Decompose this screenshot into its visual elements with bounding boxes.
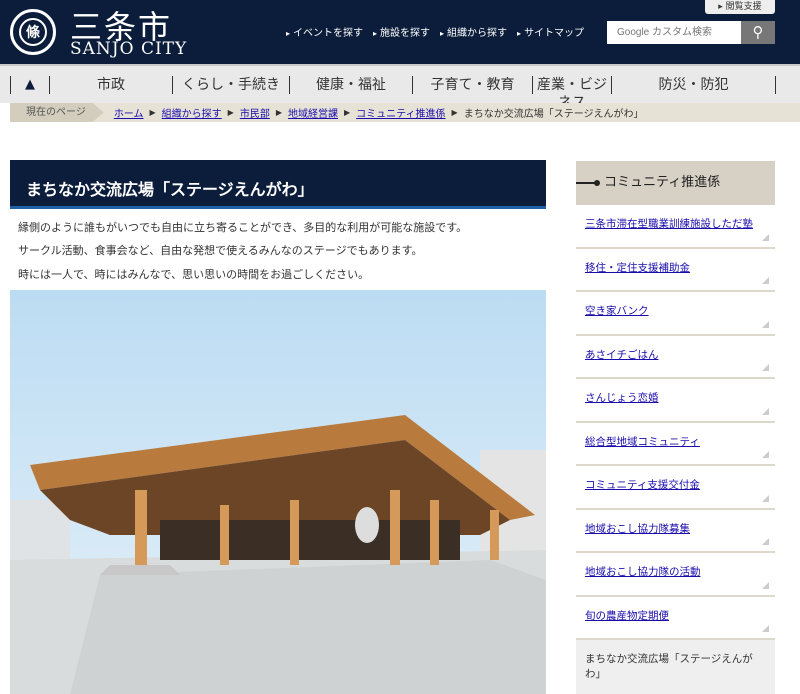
sidebar-item[interactable]: さんじょう恋婚 [576,379,775,423]
sidebar-item[interactable]: 地域おこし協力隊募集 [576,509,775,553]
description-paragraph: 時には一人で、時にはみんなで、思い思いの時間をお過ごしください。 [18,268,370,281]
sitemap-link[interactable]: サイトマップ [517,24,584,39]
event-link[interactable]: イベントを探す [286,24,363,39]
accessibility-button[interactable]: ▸ 閲覧支援 [705,0,775,14]
sidebar-item[interactable]: 移住・定住支援補助金 [576,248,775,292]
home-button[interactable]: ▲ [10,75,50,94]
sidebar-item[interactable]: 地域おこし協力隊の活動 [576,553,775,597]
breadcrumb-label: 現在のページ [10,103,104,122]
corner-arrow-icon [762,233,769,241]
facility-photo [10,290,546,694]
corner-arrow-icon [762,625,769,632]
sidebar-link[interactable]: 三条市滞在型職業訓練施設しただ塾 [585,218,753,230]
breadcrumb-citizen[interactable]: 市民部 [240,105,270,120]
sidebar-title: コミュニティ推進係 [576,161,775,205]
corner-arrow-icon [762,320,769,328]
sidebar-item[interactable]: 三条市滞在型職業訓練施設しただ塾 [576,205,775,249]
organization-link[interactable]: 組織から探す [440,24,507,39]
breadcrumb: 現在のページ ホーム ▶ 組織から探す ▶ 市民部 ▶ 地域経営課 ▶ コミュニティ推進… [10,103,800,122]
sidebar-link[interactable]: 移住・定住支援補助金 [585,262,690,274]
sidebar-item[interactable]: あさイチごはん [576,335,775,379]
sidebar-item[interactable]: 空き家バンク [576,292,775,336]
sidebar-link[interactable]: 総合型地域コミュニティ [585,436,700,448]
corner-arrow-icon [762,538,769,545]
corner-arrow-icon [762,581,769,589]
nav-childcare[interactable]: 子育て・教育 [413,75,533,94]
sidebar-link[interactable]: コミュニティ支援交付金 [585,479,700,491]
description-paragraph: 縁側のように誰もがいつでも自由に立ち寄ることができ、多目的な利用が可能な施設です… [18,221,468,234]
search-input[interactable] [607,21,741,44]
sidebar-link[interactable]: あさイチごはん [585,349,659,361]
corner-arrow-icon [762,451,769,458]
page-title: まちなか交流広場「ステージえんがわ」 [10,160,546,209]
city-emblem-logo[interactable]: 條 [10,9,56,55]
corner-arrow-icon [762,277,769,284]
site-header: 條 三条市 SANJO CITY ▸ 閲覧支援 イベントを探す 施設を探す 組織… [0,0,800,64]
description-paragraph: サークル活動、食事会など、自由な発想で使えるみんなのステージでもあります。 [18,244,423,257]
breadcrumb-home[interactable]: ホーム [114,105,144,120]
sidebar-item[interactable]: コミュニティ支援交付金 [576,466,775,510]
search-icon: ⚲ [752,23,764,41]
corner-arrow-icon [762,364,769,371]
nav-living[interactable]: くらし・手続き [173,75,290,94]
breadcrumb-regional[interactable]: 地域経営課 [288,105,338,120]
sidebar-current-item: まちなか交流広場「ステージえんがわ」 [576,640,775,694]
search-button[interactable]: ⚲ [741,21,775,44]
logo-subtitle[interactable]: SANJO CITY [70,39,187,59]
sidebar-link[interactable]: 地域おこし協力隊募集 [585,523,690,535]
breadcrumb-org[interactable]: 組織から探す [162,105,222,120]
sidebar-item[interactable]: 旬の農産物定期便 [576,596,775,640]
nav-city-admin[interactable]: 市政 [50,75,173,94]
nav-disaster[interactable]: 防災・防犯 [612,75,776,94]
sidebar-link[interactable]: さんじょう恋婚 [585,392,659,404]
corner-arrow-icon [762,407,769,415]
sidebar-item[interactable]: 総合型地域コミュニティ [576,422,775,466]
global-nav: ▲ 市政 くらし・手続き 健康・福祉 子育て・教育 産業・ビジネス 防災・防犯 [0,64,800,111]
nav-health[interactable]: 健康・福祉 [290,75,413,94]
sidebar-link[interactable]: 空き家バンク [585,305,649,317]
breadcrumb-community[interactable]: コミュニティ推進係 [356,105,445,120]
corner-arrow-icon [762,494,769,502]
breadcrumb-current: まちなか交流広場「ステージえんがわ」 [463,109,644,120]
sidebar-link[interactable]: 地域おこし協力隊の活動 [585,566,701,578]
sidebar-link[interactable]: 旬の農産物定期便 [585,610,669,622]
home-icon: ▲ [25,76,35,92]
nav-industry[interactable]: 産業・ビジネス [533,75,612,111]
facility-link[interactable]: 施設を探す [373,24,430,39]
